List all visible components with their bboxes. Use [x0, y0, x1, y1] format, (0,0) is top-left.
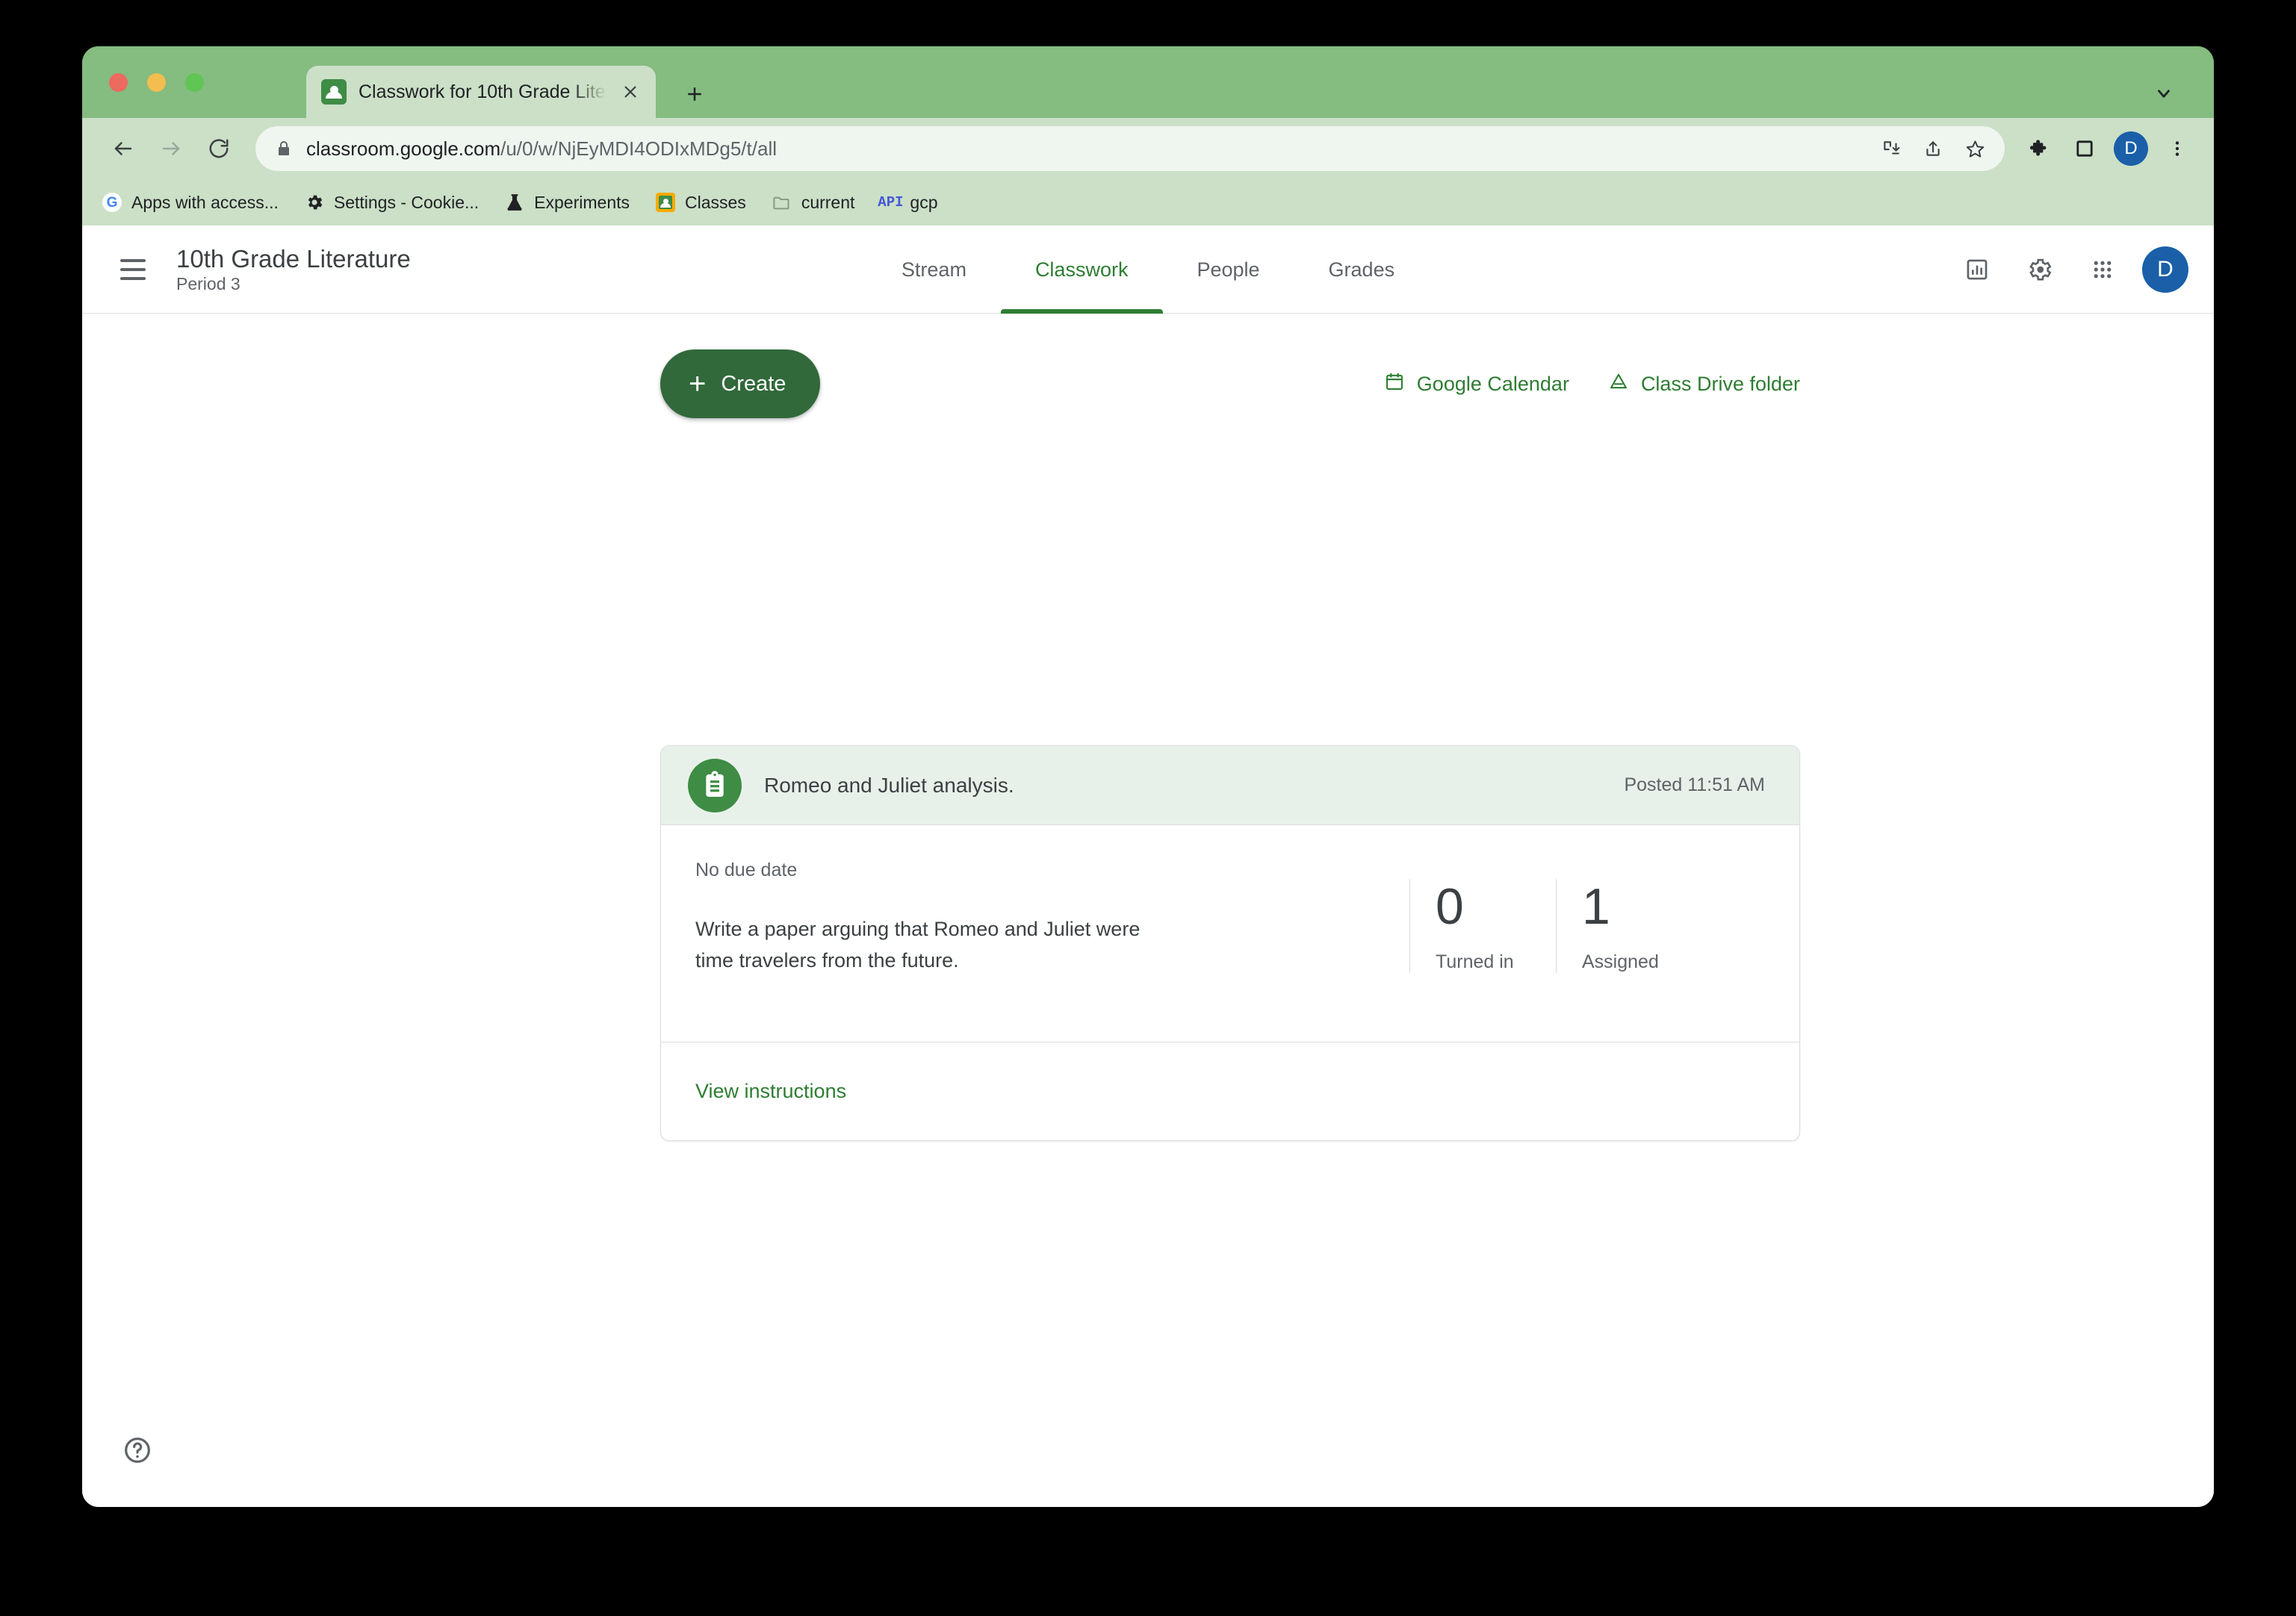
assignment-card: Romeo and Juliet analysis. Posted 11:51 …: [660, 745, 1800, 1141]
page-viewport: 10th Grade Literature Period 3 Stream Cl…: [82, 226, 2214, 1507]
bookmark-label: Classes: [685, 192, 746, 212]
view-instructions-link[interactable]: View instructions: [695, 1080, 846, 1103]
insights-icon[interactable]: [1954, 246, 2000, 293]
assignment-card-body: No due date Write a paper arguing that R…: [661, 825, 1799, 1042]
bookmark-apps-with-access[interactable]: G Apps with access...: [102, 192, 279, 213]
share-icon[interactable]: [1914, 129, 1952, 168]
classwork-content: + Create Google Calendar Class Drive fol…: [82, 314, 2214, 1507]
page-title: 10th Grade Literature: [176, 244, 411, 273]
assignment-icon: [688, 758, 742, 812]
drive-icon: [1608, 371, 1629, 397]
gear-icon: [304, 192, 325, 213]
browser-window: Classwork for 10th Grade Literature: [82, 46, 2214, 1507]
class-tabs: Stream Classwork People Grades: [867, 226, 1429, 314]
turned-in-label: Turned in: [1436, 951, 1514, 972]
create-button[interactable]: + Create: [660, 349, 821, 418]
assignment-due-date: No due date: [695, 860, 798, 880]
browser-toolbar: classroom.google.com/u/0/w/NjEyMDI4ODIxM…: [82, 118, 2214, 179]
puzzle-icon[interactable]: [2020, 128, 2060, 169]
assignment-description: Write a paper arguing that Romeo and Jul…: [695, 918, 1141, 972]
lock-icon: [275, 140, 293, 158]
class-drive-folder-link[interactable]: Class Drive folder: [1608, 371, 1800, 397]
create-button-label: Create: [721, 371, 786, 396]
bookmark-gcp[interactable]: API gcp: [878, 192, 938, 213]
url-path: /u/0/w/NjEyMDI4ODIxMDg5/t/all: [500, 137, 777, 160]
reload-icon[interactable]: [197, 127, 241, 170]
class-drive-folder-label: Class Drive folder: [1640, 372, 1800, 395]
three-dot-menu-icon[interactable]: [2157, 128, 2197, 169]
tab-grades[interactable]: Grades: [1294, 226, 1430, 314]
class-heading: 10th Grade Literature Period 3: [176, 246, 411, 293]
assignment-title: Romeo and Juliet analysis.: [764, 773, 1014, 797]
folder-icon: [772, 192, 792, 213]
calendar-icon: [1384, 371, 1405, 397]
address-bar[interactable]: classroom.google.com/u/0/w/NjEyMDI4ODIxM…: [255, 126, 2005, 171]
new-tab-button[interactable]: [680, 79, 710, 109]
bookmark-current-folder[interactable]: current: [772, 192, 855, 213]
url-text: classroom.google.com/u/0/w/NjEyMDI4ODIxM…: [306, 137, 1858, 161]
tab-classwork[interactable]: Classwork: [1000, 226, 1163, 314]
chevron-down-icon[interactable]: [2148, 78, 2179, 109]
back-arrow-icon[interactable]: [102, 127, 145, 170]
close-window-button[interactable]: [109, 73, 128, 92]
avatar[interactable]: D: [2142, 246, 2188, 293]
assigned-label: Assigned: [1582, 951, 1659, 972]
tab-people[interactable]: People: [1162, 226, 1294, 314]
classroom-favicon: [655, 192, 676, 213]
google-calendar-link[interactable]: Google Calendar: [1384, 371, 1569, 397]
tab-title: Classwork for 10th Grade Literature: [359, 81, 606, 102]
assignment-details: No due date Write a paper arguing that R…: [695, 860, 1409, 977]
bookmark-label: current: [801, 192, 855, 212]
window-controls: [109, 73, 204, 92]
tab-strip: Classwork for 10th Grade Literature: [82, 46, 2214, 118]
help-icon[interactable]: [115, 1428, 160, 1473]
omnibox-actions: [1872, 129, 1994, 168]
bookmark-label: gcp: [910, 192, 938, 212]
flask-icon: [504, 192, 525, 213]
bookmark-classes[interactable]: Classes: [655, 192, 746, 213]
minimize-window-button[interactable]: [147, 73, 166, 92]
classroom-header: 10th Grade Literature Period 3 Stream Cl…: [82, 226, 2214, 314]
install-icon[interactable]: [1872, 129, 1911, 168]
assignment-posted-time: Posted 11:51 AM: [1624, 774, 1765, 795]
assignment-stats: 0 Turned in 1 Assigned: [1409, 879, 1702, 973]
close-tab-button[interactable]: [618, 80, 642, 104]
bookmark-experiments[interactable]: Experiments: [504, 192, 630, 213]
browser-tab[interactable]: Classwork for 10th Grade Literature: [306, 66, 656, 118]
side-panel-icon[interactable]: [2064, 128, 2105, 169]
bookmark-label: Experiments: [534, 192, 630, 212]
assigned-count: 1: [1582, 878, 1610, 935]
turned-in-stat[interactable]: 0 Turned in: [1409, 879, 1556, 973]
star-icon[interactable]: [1955, 129, 1994, 168]
assignment-card-footer: View instructions: [661, 1042, 1799, 1140]
apps-grid-icon[interactable]: [2079, 246, 2126, 293]
google-classroom-favicon: [321, 79, 347, 105]
class-section: Period 3: [176, 273, 241, 293]
bookmarks-bar: G Apps with access... Settings - Cookie.…: [82, 179, 2214, 226]
browser-profile-avatar[interactable]: D: [2114, 131, 2148, 166]
url-domain: classroom.google.com: [306, 137, 501, 160]
hamburger-menu-icon[interactable]: [105, 241, 161, 298]
bookmark-settings-cookie[interactable]: Settings - Cookie...: [304, 192, 479, 213]
plus-icon: +: [689, 367, 707, 400]
assigned-stat[interactable]: 1 Assigned: [1556, 879, 1702, 973]
maximize-window-button[interactable]: [185, 73, 204, 92]
google-favicon: G: [102, 192, 122, 213]
turned-in-count: 0: [1436, 878, 1464, 935]
api-icon: API: [878, 194, 904, 211]
bookmark-label: Settings - Cookie...: [333, 192, 480, 212]
google-calendar-label: Google Calendar: [1416, 372, 1569, 395]
classwork-toolbar: + Create Google Calendar Class Drive fol…: [660, 349, 1800, 418]
bookmark-label: Apps with access...: [131, 192, 279, 212]
forward-arrow-icon[interactable]: [149, 127, 193, 170]
header-actions: D: [1954, 246, 2188, 293]
tab-stream[interactable]: Stream: [867, 226, 1001, 314]
assignment-card-header[interactable]: Romeo and Juliet analysis. Posted 11:51 …: [661, 746, 1799, 825]
gear-icon[interactable]: [2017, 246, 2063, 293]
classwork-links: Google Calendar Class Drive folder: [1384, 371, 1800, 397]
